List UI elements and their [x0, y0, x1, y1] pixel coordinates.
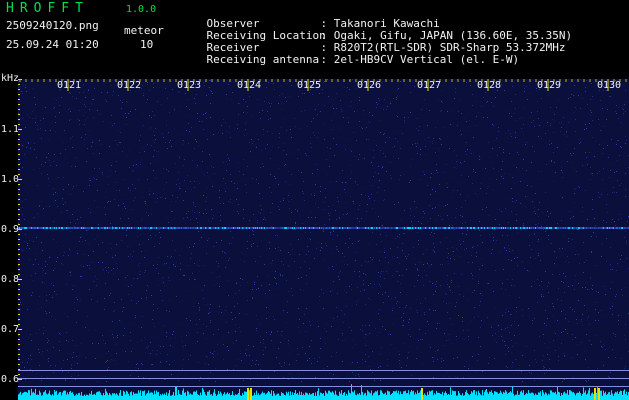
x-tick-label: 0128	[477, 80, 502, 91]
date-time: 25.09.24 01:20	[6, 38, 99, 51]
file-name: 2509240120.png	[6, 19, 99, 32]
y-tick-label: 0.9	[1, 224, 20, 235]
meteor-spike	[247, 388, 249, 400]
y-tick-label: 0.8	[1, 274, 20, 285]
x-tick-label: 0130	[597, 80, 622, 91]
x-tick-label: 0125	[297, 80, 322, 91]
info-value: : 2el-HB9CV Vertical (el. E-W)	[320, 53, 520, 66]
y-tick-label: 0.6	[1, 374, 20, 385]
meteor-label: meteor	[124, 24, 164, 37]
meteor-spike	[250, 388, 252, 400]
spectrogram-area	[18, 79, 629, 400]
carrier-signal-line	[18, 227, 629, 229]
y-tick-label: 1.0	[1, 174, 20, 185]
x-tick-label: 0126	[357, 80, 382, 91]
y-axis-unit: kHz	[1, 73, 20, 84]
x-tick-label: 0127	[417, 80, 442, 91]
y-tick-label: 0.7	[1, 324, 20, 335]
app-title: HROFFT	[6, 1, 89, 16]
meteor-spike	[421, 388, 423, 400]
y-tick-label: 1.1	[1, 124, 20, 135]
info-antenna: Receiving antenna: 2el-HB9CV Vertical (e…	[180, 40, 520, 79]
spectrogram-background	[18, 79, 629, 400]
x-tick-label: 0122	[117, 80, 142, 91]
meteor-spike	[598, 388, 600, 400]
meteor-count: 10	[140, 38, 154, 51]
x-tick-label: 0123	[177, 80, 202, 91]
meteor-spike	[594, 388, 596, 400]
x-tick-label: 0121	[57, 80, 82, 91]
x-tick-label: 0124	[237, 80, 262, 91]
app-version: 1.0.0	[126, 4, 157, 15]
spectrogram-canvas	[18, 79, 629, 400]
hrofft-window: HROFFT 1.0.0 2509240120.png 25.09.24 01:…	[0, 0, 629, 400]
info-key: Receiving antenna	[206, 53, 320, 66]
x-tick-label: 0129	[537, 80, 562, 91]
